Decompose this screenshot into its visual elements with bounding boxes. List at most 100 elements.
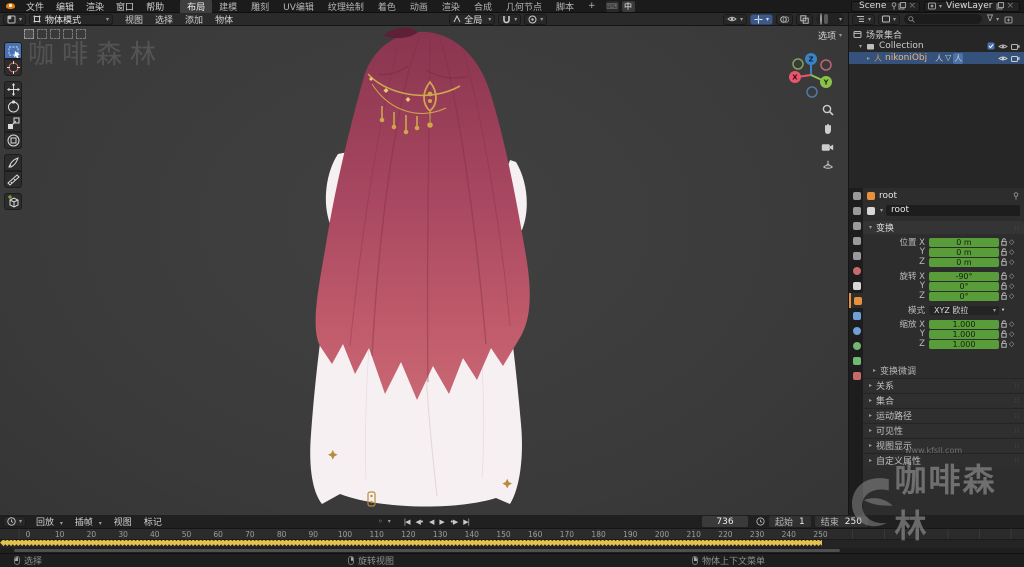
select-mode-intersect-icon[interactable] — [76, 29, 86, 39]
scale-x-field[interactable]: 1.000 — [929, 319, 999, 329]
tool-add-cube[interactable] — [4, 193, 22, 210]
expand-arrow-icon[interactable]: ▸ — [867, 55, 870, 62]
hide-eye-icon[interactable] — [998, 55, 1008, 62]
ortho-grid-icon[interactable] — [822, 159, 834, 171]
section-关系[interactable]: ▸ 关系 ∷ — [863, 378, 1024, 392]
lock-icon[interactable] — [1001, 340, 1007, 348]
timeline-menu-标记[interactable]: 标记 — [138, 515, 168, 528]
properties-tab-object[interactable] — [849, 293, 864, 308]
current-frame-field[interactable]: 736 — [702, 516, 748, 527]
workspace-tab[interactable]: 布局 — [180, 0, 213, 14]
camera-view-icon[interactable] — [821, 142, 834, 152]
keyframe-diamond-icon[interactable]: ◇ — [1009, 292, 1014, 300]
viewlayer-selector[interactable]: ▾ ViewLayer × — [923, 0, 1020, 12]
keyframe-diamond-icon[interactable]: ◇ — [1009, 330, 1014, 338]
properties-tab-modifiers[interactable] — [849, 308, 864, 323]
viewport-3d[interactable]: 咖啡森林 kfsll.com — [0, 26, 848, 515]
rotation-z-field[interactable]: 0° — [929, 291, 999, 301]
scale-y-field[interactable]: 1.000 — [929, 329, 999, 339]
mode-dropdown[interactable]: 物体模式 ▾ — [29, 13, 114, 26]
viewport-menu-添加[interactable]: 添加 — [179, 13, 209, 26]
workspace-tab[interactable]: 动画 — [403, 0, 435, 14]
location-y-field[interactable]: 0 m — [929, 247, 999, 257]
lock-icon[interactable] — [1001, 272, 1007, 280]
menu-渲染[interactable]: 渲染 — [80, 0, 110, 13]
transform-orientation-dropdown[interactable]: 全局 ▾ — [449, 13, 496, 26]
overlays-toggle[interactable] — [775, 13, 793, 25]
properties-tab-collection[interactable] — [849, 278, 864, 293]
close-scene-icon[interactable]: × — [908, 1, 916, 11]
properties-tab-physics[interactable] — [849, 323, 864, 338]
workspace-tab[interactable]: 着色 — [371, 0, 403, 14]
mesh-data-icon[interactable]: ▽ — [945, 53, 951, 64]
hide-eye-icon[interactable] — [998, 43, 1008, 50]
workspace-tab[interactable]: 雕刻 — [244, 0, 276, 14]
lock-icon[interactable] — [1001, 292, 1007, 300]
menu-文件[interactable]: 文件 — [20, 0, 50, 13]
playback-button-0[interactable]: |◀ — [401, 518, 413, 526]
timeline-keyframes[interactable]: ◆◆◆◆◆◆◆◆◆◆◆◆◆◆◆◆◆◆◆◆◆◆◆◆◆◆◆◆◆◆◆◆◆◆◆◆◆◆◆◆… — [0, 540, 1024, 548]
rotation-mode-field[interactable]: XYZ 欧拉 ▾ — [929, 305, 999, 315]
tool-move[interactable] — [4, 81, 22, 98]
pin-icon[interactable] — [1012, 192, 1020, 200]
viewport-menu-视图[interactable]: 视图 — [119, 13, 149, 26]
section-视图显示[interactable]: ▸ 视图显示 ∷ — [863, 438, 1024, 452]
properties-tab-constraints[interactable] — [849, 338, 864, 353]
tool-transform[interactable] — [4, 132, 22, 149]
scrollbar-thumb[interactable] — [14, 549, 840, 552]
new-collection-icon[interactable] — [1004, 15, 1013, 24]
character-model[interactable] — [280, 26, 580, 515]
animate-dot-icon[interactable]: • — [1001, 306, 1005, 314]
properties-tab-scene[interactable] — [849, 248, 864, 263]
editor-type-button[interactable]: ▾ — [3, 13, 27, 25]
gizmos-toggle[interactable]: ▾ — [749, 13, 773, 25]
filter-icon[interactable]: ∇ — [987, 14, 993, 24]
navigation-gizmo[interactable]: Z X Y — [786, 50, 836, 100]
keyframe-diamond-icon[interactable]: ◇ — [1009, 320, 1014, 328]
properties-tab-texture[interactable] — [849, 368, 864, 383]
armature-data-icon[interactable]: 人 — [935, 53, 943, 64]
section-运动路径[interactable]: ▸ 运动路径 ∷ — [863, 408, 1024, 422]
blender-logo-icon[interactable] — [4, 1, 18, 11]
frame-end-field[interactable]: 结束 250 — [814, 516, 868, 528]
add-workspace-button[interactable]: + — [581, 0, 603, 12]
workspace-tab[interactable]: 几何节点 — [499, 0, 549, 14]
workspace-tab[interactable]: 建模 — [212, 0, 244, 14]
select-mode-invert-icon[interactable] — [63, 29, 73, 39]
outliner-row-object[interactable]: ▸ 人 nikoniObj 人 ▽ 人 — [849, 52, 1024, 64]
keyframe-diamond-icon[interactable]: ◇ — [1009, 282, 1014, 290]
snap-toggle[interactable]: ▾ — [498, 13, 522, 25]
remove-viewlayer-icon[interactable]: × — [1006, 1, 1014, 11]
workspace-tab[interactable]: 合成 — [467, 0, 499, 14]
playback-button-3[interactable]: ▶ — [436, 518, 446, 526]
properties-tab-output[interactable] — [849, 218, 864, 233]
section-集合[interactable]: ▸ 集合 ∷ — [863, 393, 1024, 407]
timeline-menu-插帧[interactable]: 插帧 ▾ — [69, 515, 108, 528]
playback-button-4[interactable]: •▶ — [447, 518, 461, 526]
location-x-field[interactable]: 0 m — [929, 237, 999, 247]
properties-tab-object-data[interactable] — [849, 353, 864, 368]
keyframe-diamond-icon[interactable]: ◇ — [1009, 272, 1014, 280]
keyframe-diamond-icon[interactable]: ◇ — [1009, 340, 1014, 348]
viewport-menu-选择[interactable]: 选择 — [149, 13, 179, 26]
transform-section-header[interactable]: ▾ 变换 ∷ — [863, 221, 1024, 234]
scale-z-field[interactable]: 1.000 — [929, 339, 999, 349]
timeline-ruler[interactable]: 0 10 20 30 40 50 60 70 80 90 100 110 120 130 140 150 160… — [0, 529, 1024, 540]
lock-icon[interactable] — [1001, 238, 1007, 246]
disable-render-camera-icon[interactable] — [1011, 43, 1020, 50]
menu-窗口[interactable]: 窗口 — [110, 0, 140, 13]
new-scene-icon[interactable] — [898, 2, 907, 10]
lock-icon[interactable] — [1001, 258, 1007, 266]
frame-start-field[interactable]: 起始 1 — [769, 516, 811, 528]
menu-编辑[interactable]: 编辑 — [50, 0, 80, 13]
outliner-row-scene-collection[interactable]: 场景集合 — [849, 28, 1024, 41]
workspace-tab[interactable]: 渲染 — [435, 0, 467, 14]
pin-icon[interactable] — [890, 2, 898, 10]
timeline-editor-type-button[interactable]: ▾ — [3, 516, 27, 527]
xray-toggle[interactable] — [795, 13, 813, 25]
rotation-y-field[interactable]: 0° — [929, 281, 999, 291]
lock-icon[interactable] — [1001, 248, 1007, 256]
menu-帮助[interactable]: 帮助 — [140, 0, 170, 13]
viewport-menu-物体[interactable]: 物体 — [209, 13, 239, 26]
pose-mode-icon[interactable]: 人 — [953, 52, 964, 64]
